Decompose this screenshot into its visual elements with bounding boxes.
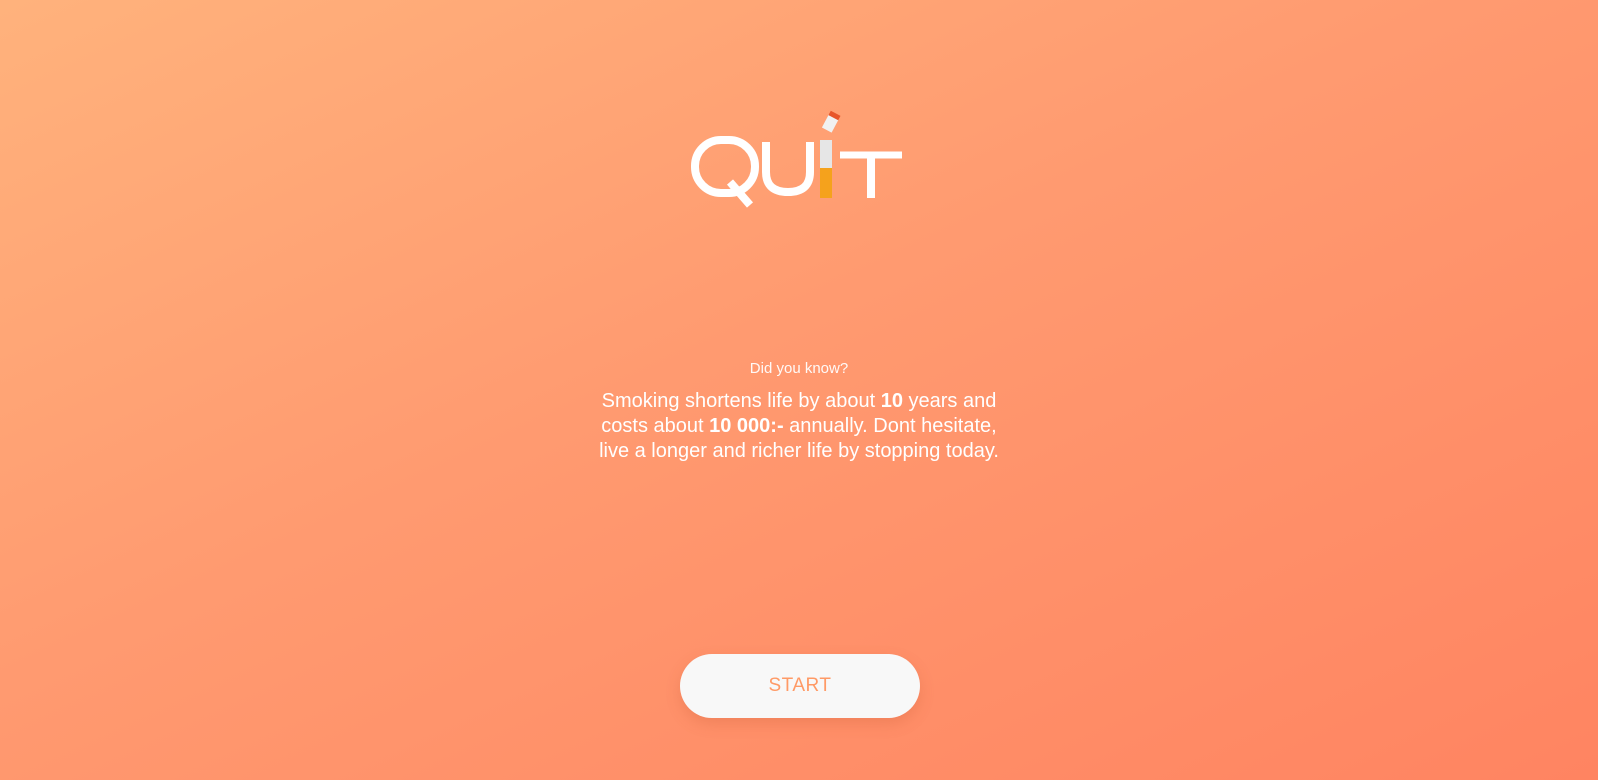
quit-logo	[690, 110, 915, 210]
fact-section: Did you know? Smoking shortens life by a…	[0, 360, 1598, 464]
fact-cost-value: 10 000:-	[709, 415, 784, 437]
cigarette-icon	[820, 110, 841, 198]
fact-years-value: 10	[880, 390, 903, 412]
fact-text-part: Smoking shortens life by about	[601, 390, 881, 412]
quit-logo-graphic	[691, 110, 902, 208]
logo-letter-u	[762, 142, 814, 197]
logo-letter-t	[840, 151, 902, 198]
start-button[interactable]: START	[680, 654, 920, 718]
fact-text: Smoking shortens life by about 10 years …	[584, 389, 1014, 464]
fact-heading: Did you know?	[749, 360, 849, 377]
logo-letter-q	[691, 136, 759, 208]
